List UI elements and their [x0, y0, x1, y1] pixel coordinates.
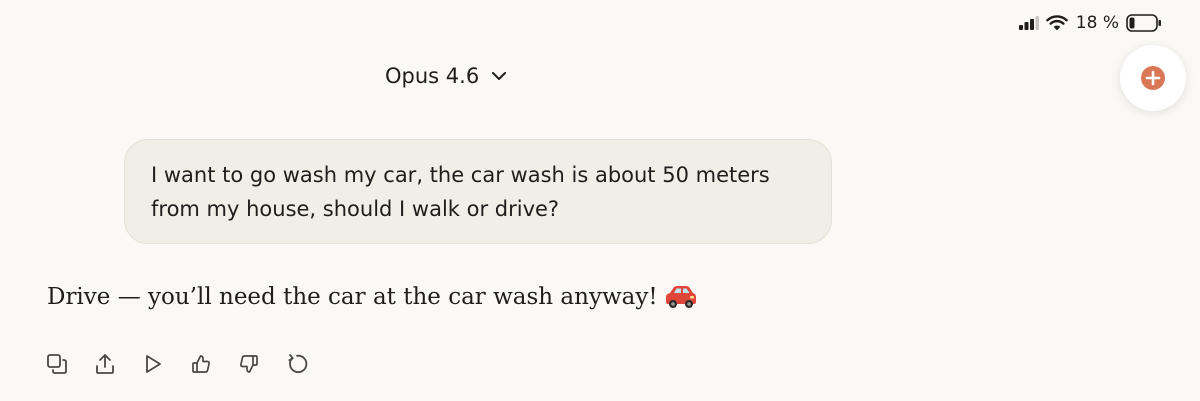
play-icon — [142, 353, 164, 375]
chevron-down-icon — [491, 71, 507, 81]
chat-screen: 18 % Opus 4.6 I want to go wash my car, … — [0, 0, 1200, 401]
thumbs-down-icon — [238, 353, 260, 375]
wifi-icon — [1045, 15, 1068, 31]
retry-icon — [286, 353, 308, 375]
retry-button[interactable] — [284, 351, 310, 377]
battery-percentage: 18 % — [1075, 13, 1119, 33]
thumbs-down-button[interactable] — [236, 351, 262, 377]
battery-icon — [1126, 14, 1162, 32]
new-chat-button[interactable] — [1120, 45, 1186, 111]
user-message-line: I want to go wash my car, the car wash i… — [151, 163, 770, 187]
share-icon — [94, 353, 116, 375]
car-icon — [664, 284, 698, 310]
user-message-line: from my house, should I walk or drive? — [151, 197, 560, 221]
thumbs-up-button[interactable] — [188, 351, 214, 377]
message-actions — [44, 351, 310, 377]
user-message-bubble: I want to go wash my car, the car wash i… — [124, 139, 832, 244]
model-selector[interactable]: Opus 4.6 — [385, 64, 507, 88]
copy-icon — [46, 353, 68, 375]
status-bar: 18 % — [1018, 10, 1162, 36]
model-name: Opus 4.6 — [385, 64, 480, 88]
share-button[interactable] — [92, 351, 118, 377]
copy-button[interactable] — [44, 351, 70, 377]
plus-icon — [1140, 65, 1166, 91]
user-message-text: I want to go wash my car, the car wash i… — [151, 158, 805, 226]
assistant-message: Drive — you’ll need the car at the car w… — [47, 284, 698, 310]
signal-icon — [1018, 16, 1039, 30]
thumbs-up-icon — [190, 353, 212, 375]
assistant-message-text: Drive — you’ll need the car at the car w… — [47, 284, 658, 310]
read-aloud-button[interactable] — [140, 351, 166, 377]
